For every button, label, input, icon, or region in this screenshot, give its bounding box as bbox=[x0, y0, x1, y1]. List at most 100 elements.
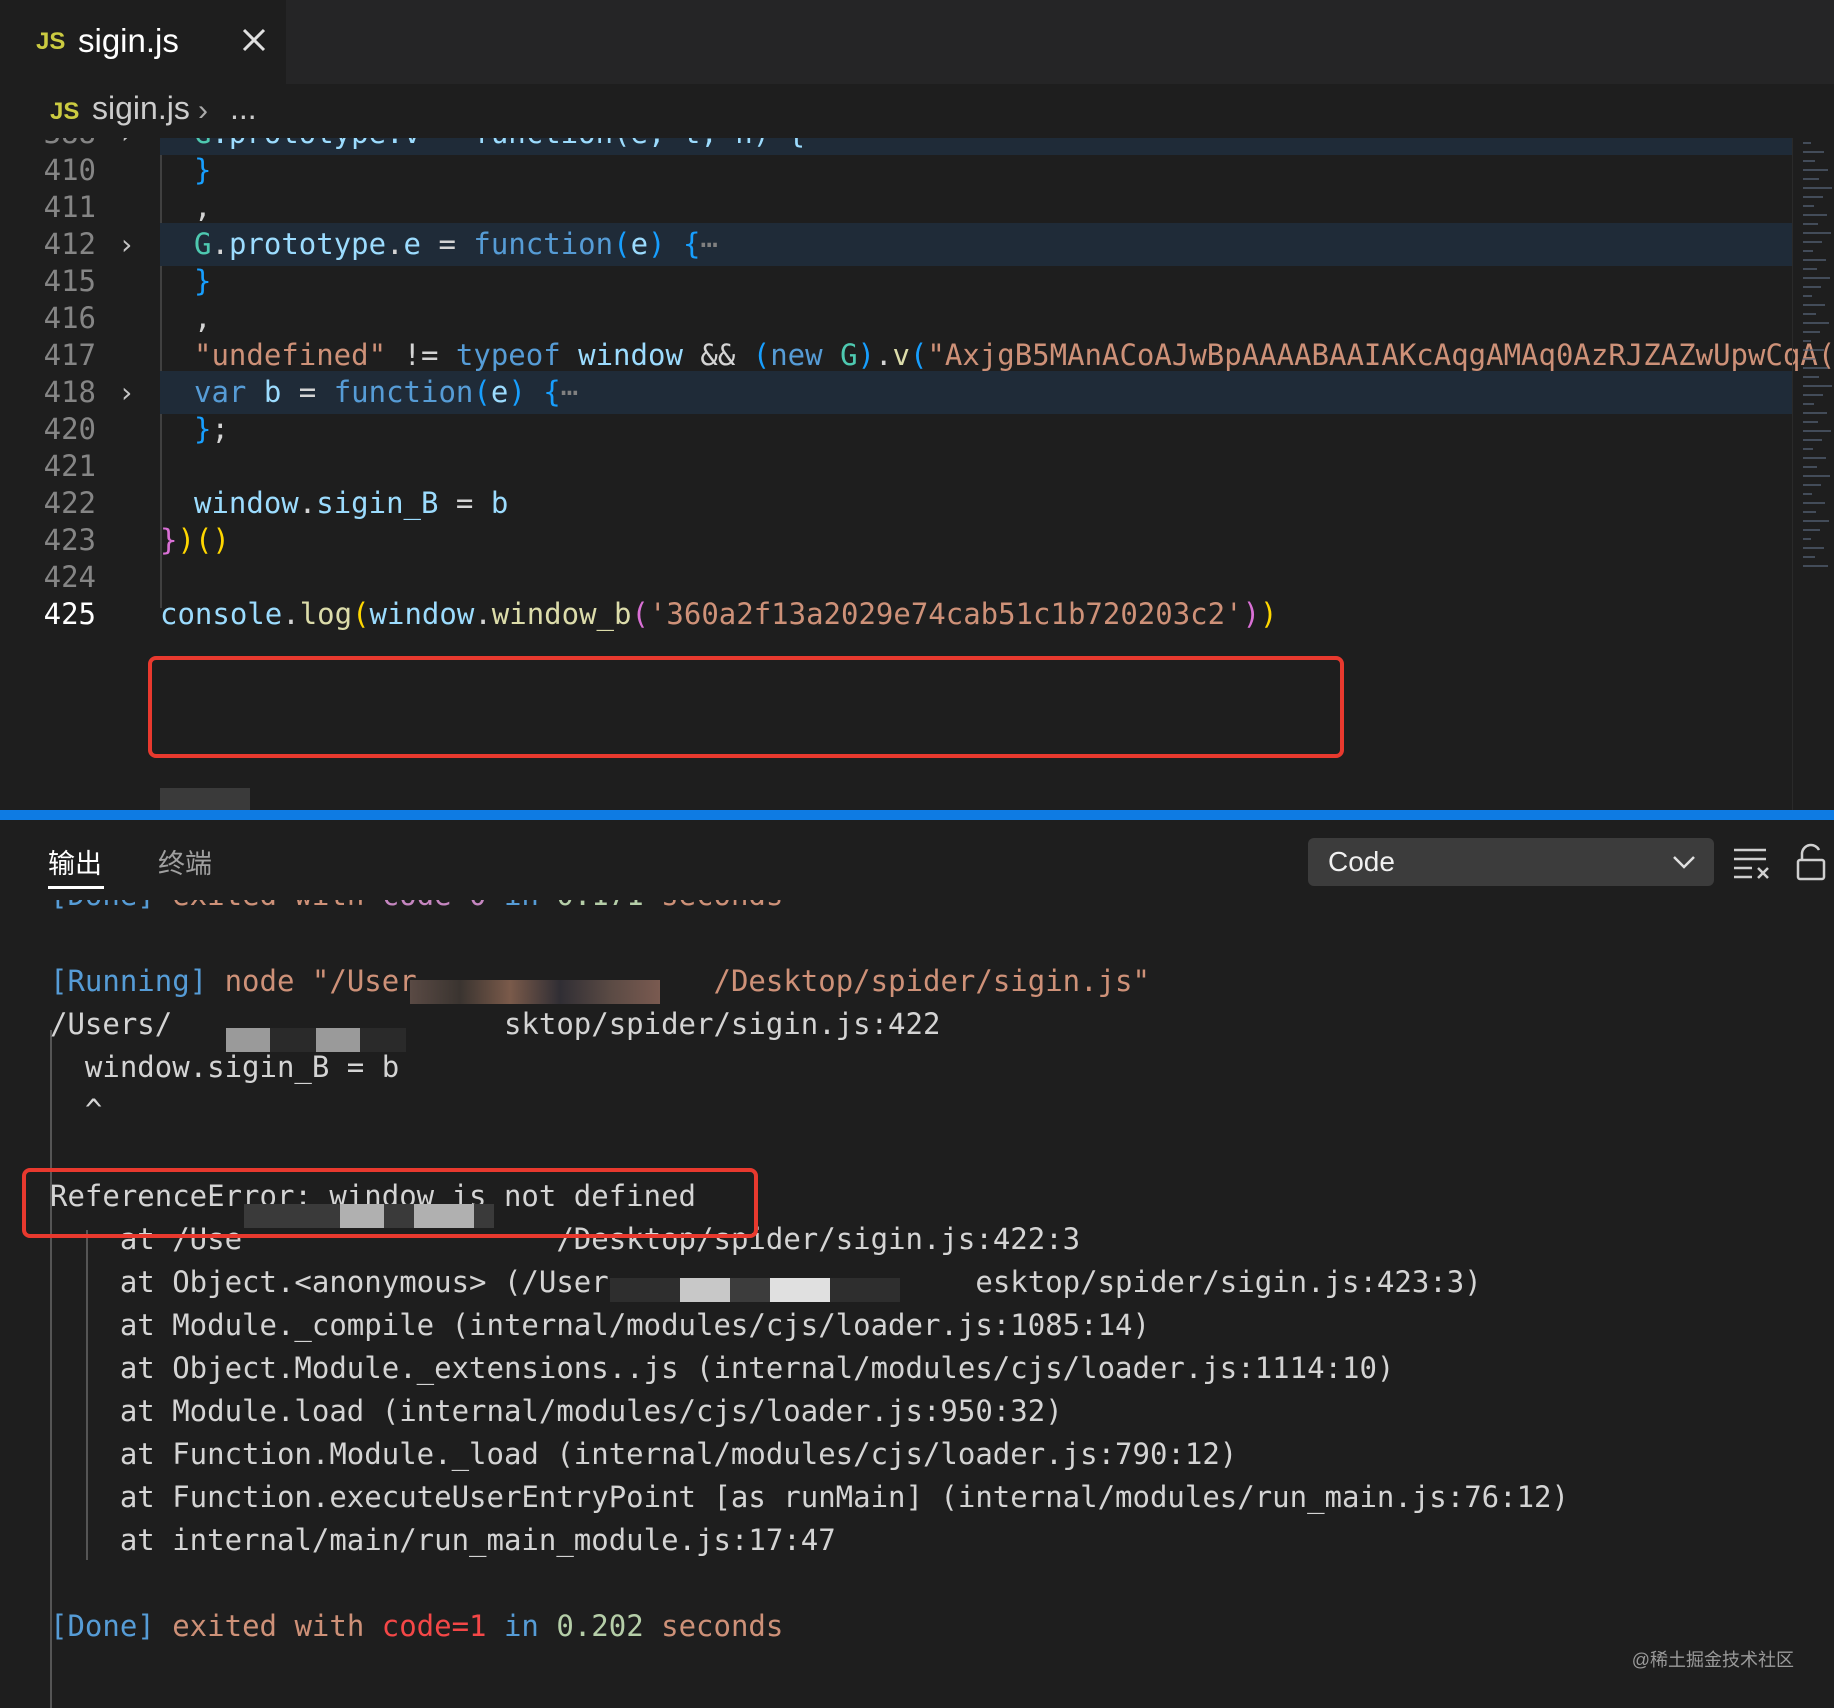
code-token: at Module._compile (internal/modules/cjs… bbox=[50, 1308, 1150, 1342]
breadcrumb-symbols[interactable]: ... bbox=[230, 90, 257, 127]
line-number: 425 bbox=[43, 597, 96, 631]
fold-chevron-icon[interactable]: › bbox=[118, 371, 135, 414]
minimap-line bbox=[1803, 304, 1825, 306]
minimap-line bbox=[1803, 286, 1821, 288]
output-line: at Function.Module._load (internal/modul… bbox=[50, 1433, 1237, 1476]
code-token: new bbox=[770, 338, 823, 372]
code-token: code=1 bbox=[381, 1609, 487, 1643]
code-token: ) bbox=[508, 375, 526, 409]
code-token: function bbox=[473, 227, 614, 261]
code-token: "/User bbox=[311, 964, 417, 998]
code-token: at Function.Module._load (internal/modul… bbox=[50, 1437, 1238, 1471]
code-token: at Module.load (internal/modules/cjs/loa… bbox=[50, 1394, 1063, 1428]
horizontal-scrollbar[interactable] bbox=[160, 788, 250, 810]
code-token: code=0 bbox=[382, 900, 487, 912]
minimap-line bbox=[1803, 151, 1824, 153]
code-token: exited with bbox=[155, 900, 382, 912]
code-token: seconds bbox=[643, 1609, 784, 1643]
minimap-line bbox=[1803, 502, 1825, 504]
minimap-line bbox=[1803, 448, 1813, 450]
code-line[interactable]: })() bbox=[160, 519, 230, 562]
tab-output[interactable]: 输出 bbox=[48, 842, 102, 881]
code-token: [Done] bbox=[50, 1609, 155, 1643]
code-token: . bbox=[386, 227, 404, 261]
minimap-line bbox=[1803, 331, 1820, 333]
minimap-line bbox=[1803, 376, 1819, 378]
code-token: ) bbox=[648, 227, 666, 261]
code-token: e bbox=[403, 227, 422, 261]
minimap-line bbox=[1803, 358, 1815, 360]
code-token: .prototype.v = function(e, t, n) { bbox=[211, 138, 805, 150]
code-line[interactable]: window.sigin_B = b bbox=[194, 482, 508, 525]
minimap-line bbox=[1803, 466, 1817, 468]
minimap-line bbox=[1803, 394, 1823, 396]
code-token: window bbox=[194, 486, 299, 520]
redacted-path bbox=[410, 980, 660, 1004]
output-line: [Done] exited with code=1 in 0.202 secon… bbox=[50, 1605, 783, 1648]
code-token: e bbox=[490, 375, 509, 409]
code-token: } bbox=[194, 264, 212, 298]
code-line[interactable]: G.prototype.v = function(e, t, n) {⋯ bbox=[194, 138, 823, 155]
panel-sash[interactable] bbox=[0, 810, 1834, 820]
chevron-right-icon: › bbox=[198, 94, 208, 127]
code-line[interactable]: G.prototype.e = function(e) {⋯ bbox=[194, 223, 718, 266]
code-token: . bbox=[474, 597, 492, 631]
code-token: log bbox=[299, 597, 353, 631]
minimap-line bbox=[1803, 511, 1816, 513]
fold-chevron-icon[interactable]: › bbox=[118, 223, 135, 266]
breadcrumb-file[interactable]: sigin.js bbox=[92, 90, 190, 127]
minimap-line bbox=[1803, 187, 1832, 189]
code-line[interactable]: var b = function(e) {⋯ bbox=[194, 371, 578, 414]
code-token: && bbox=[682, 338, 753, 372]
code-token: exited with bbox=[154, 1609, 382, 1643]
code-token: 0.202 bbox=[556, 1609, 644, 1643]
minimap-line bbox=[1803, 439, 1822, 441]
code-token: node bbox=[207, 964, 312, 998]
minimap-line bbox=[1803, 223, 1818, 225]
redacted-path bbox=[610, 1278, 900, 1302]
active-tab-indicator bbox=[48, 886, 104, 889]
code-token: var bbox=[194, 375, 247, 409]
code-token: e bbox=[630, 227, 649, 261]
code-editor[interactable]: 388›G.prototype.v = function(e, t, n) {⋯… bbox=[0, 138, 1834, 810]
tab-terminal[interactable]: 终端 bbox=[158, 842, 212, 881]
minimap-line bbox=[1803, 178, 1819, 180]
output-panel[interactable]: [Done] exited with code=0 in 0.171 secon… bbox=[0, 900, 1834, 1708]
code-token: G bbox=[194, 227, 212, 261]
editor-tab-sigin-js[interactable]: JS sigin.js bbox=[0, 0, 286, 84]
minimap-line bbox=[1803, 556, 1815, 558]
code-token: ) bbox=[1260, 597, 1278, 631]
close-icon[interactable] bbox=[236, 22, 272, 58]
code-token: at Function.executeUserEntryPoint [as ru… bbox=[50, 1480, 1569, 1514]
code-token: esktop/spider/sigin.js:423:3) bbox=[975, 1265, 1482, 1299]
breadcrumb: JS sigin.js › ... bbox=[0, 84, 1834, 138]
code-token: ) bbox=[857, 338, 876, 372]
output-line: at Module._compile (internal/modules/cjs… bbox=[50, 1304, 1150, 1347]
output-channel-value: Code bbox=[1328, 846, 1395, 877]
minimap[interactable] bbox=[1792, 138, 1834, 810]
lock-icon[interactable] bbox=[1792, 842, 1832, 882]
code-token: 0.171 bbox=[556, 900, 643, 912]
fold-chevron-icon[interactable]: › bbox=[118, 138, 135, 155]
code-token: ( bbox=[613, 227, 631, 261]
minimap-line bbox=[1803, 421, 1818, 423]
code-token: } bbox=[194, 153, 212, 187]
minimap-line bbox=[1803, 520, 1829, 522]
code-token: v bbox=[892, 338, 910, 372]
code-token: ( bbox=[473, 375, 491, 409]
minimap-line bbox=[1803, 259, 1826, 261]
code-token: function bbox=[333, 375, 474, 409]
code-token: ( bbox=[752, 338, 771, 372]
code-token: () bbox=[194, 523, 230, 557]
minimap-line bbox=[1803, 538, 1811, 540]
clear-output-icon[interactable] bbox=[1732, 842, 1772, 882]
minimap-line bbox=[1803, 340, 1811, 342]
code-line[interactable]: console.log(window.window_b('360a2f13a20… bbox=[160, 593, 1278, 636]
code-line[interactable]: }; bbox=[194, 408, 229, 451]
code-token: b bbox=[263, 375, 282, 409]
minimap-line bbox=[1803, 214, 1827, 216]
code-token: seconds bbox=[644, 900, 783, 912]
minimap-line bbox=[1803, 313, 1816, 315]
output-channel-select[interactable]: Code bbox=[1308, 838, 1714, 886]
